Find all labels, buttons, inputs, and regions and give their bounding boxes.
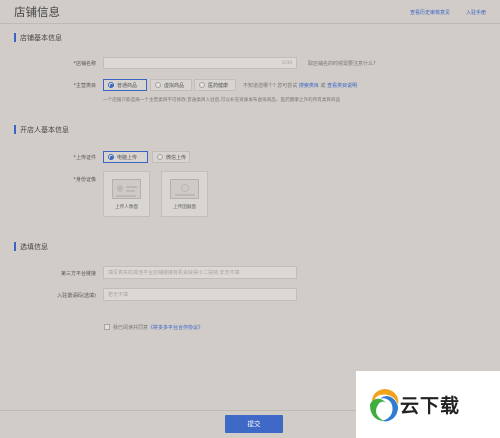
- section-title-basic: 店铺基本信息: [20, 34, 62, 42]
- section-title-optional: 选填信息: [20, 243, 48, 251]
- id-back-caption: 上传国徽面: [173, 205, 196, 210]
- submit-button[interactable]: 提交: [225, 415, 283, 433]
- section-title-owner: 开店人基本信息: [20, 126, 69, 134]
- agree-checkbox[interactable]: [104, 324, 110, 330]
- category-hint: 不知道选哪个? 您可尝试 搜索类目 或 查看类目说明: [243, 82, 357, 89]
- category-option-medical[interactable]: 医药健康: [194, 79, 236, 91]
- id-back-upload[interactable]: 上传国徽面: [161, 171, 208, 217]
- category-hint-or: 或: [320, 83, 326, 89]
- cooperation-agreement-link[interactable]: 《拼多多平台合作协议》: [148, 325, 203, 331]
- radio-icon: [155, 82, 161, 88]
- upload-method-computer[interactable]: 电脑上传: [103, 151, 148, 163]
- upload-method-label-computer: 电脑上传: [117, 154, 138, 161]
- shop-name-tip-link[interactable]: 取店铺名的时候需要注意什么?: [308, 60, 376, 67]
- third-party-link-placeholder: 填写真实的其他平台店铺链接有机会获得小二扶持,非无不填: [108, 270, 240, 276]
- radio-icon: [199, 82, 205, 88]
- watermark-text: 云下载: [400, 395, 461, 417]
- radio-selected-icon: [108, 154, 114, 160]
- id-card-back-icon: [170, 179, 199, 199]
- section-marker: [14, 125, 16, 134]
- shop-name-counter: 0/30: [282, 61, 293, 66]
- manual-link[interactable]: 入驻手册: [466, 9, 486, 16]
- upload-method-wechat[interactable]: 微信上传: [152, 151, 190, 163]
- watermark-logo: 云下载: [356, 371, 500, 438]
- shop-name-label: *店铺名称: [73, 61, 96, 67]
- id-front-caption: 上传人像面: [115, 205, 138, 210]
- category-option-label: 虚拟商品: [164, 82, 185, 89]
- id-front-upload[interactable]: 上传人像面: [103, 171, 150, 217]
- header-divider: [0, 23, 500, 24]
- history-opinions-link[interactable]: 查看历史审核意见: [410, 9, 450, 16]
- agree-label: 我已阅读并同意: [113, 325, 149, 331]
- agreement-text: 我已阅读并同意《拼多多平台合作协议》: [113, 324, 203, 331]
- watermark-swirl-icon: [370, 389, 399, 422]
- category-note: 一个店铺只能选择一个主营类目不可修改,普通类目入驻后,可以补充资质发布虚拟商品、…: [103, 98, 341, 103]
- invite-code-input[interactable]: 若无不填: [103, 288, 297, 301]
- radio-selected-icon: [108, 82, 114, 88]
- search-category-link[interactable]: 搜索类目: [299, 83, 319, 89]
- category-option-normal[interactable]: 普通商品: [103, 79, 147, 91]
- page-title: 店铺信息: [14, 5, 60, 19]
- radio-icon: [157, 154, 163, 160]
- category-option-label: 医药健康: [208, 82, 229, 89]
- invite-code-label: 入驻邀请码(选填): [57, 293, 96, 299]
- third-party-link-input[interactable]: 填写真实的其他平台店铺链接有机会获得小二扶持,非无不填: [103, 266, 297, 279]
- category-label: *主营类目: [73, 83, 96, 89]
- section-marker: [14, 33, 16, 42]
- category-option-virtual[interactable]: 虚拟商品: [150, 79, 192, 91]
- category-option-label: 普通商品: [117, 82, 138, 89]
- third-party-link-label: 第三方平台链接: [60, 271, 96, 277]
- upload-method-label-wechat: 微信上传: [166, 154, 187, 161]
- id-card-front-icon: [112, 179, 141, 199]
- category-hint-prefix: 不知道选哪个? 您可尝试: [243, 83, 298, 89]
- section-marker: [14, 242, 16, 251]
- id-photo-label: *身份证像: [73, 177, 96, 183]
- upload-method-label: *上传证件: [73, 155, 96, 161]
- category-description-link[interactable]: 查看类目说明: [327, 83, 357, 89]
- invite-code-placeholder: 若无不填: [108, 292, 129, 298]
- shop-name-input[interactable]: [103, 57, 297, 69]
